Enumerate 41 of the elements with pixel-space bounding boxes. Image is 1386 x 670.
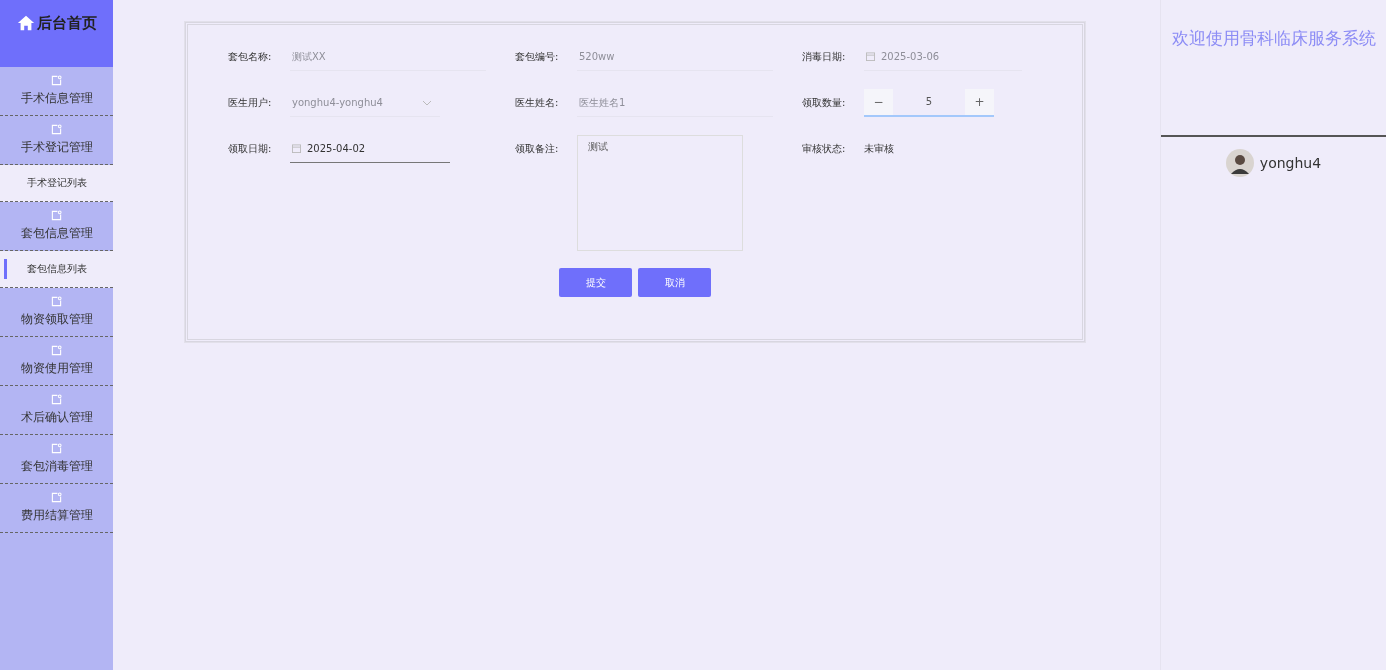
chevron-down-icon [422, 99, 432, 106]
edit-icon [51, 345, 62, 356]
date-field[interactable]: 2025-04-02 [290, 135, 450, 163]
field-label: 领取数量: [802, 96, 847, 110]
status-text: 未审核 [864, 142, 894, 156]
field-label: 消毒日期: [802, 50, 847, 64]
calendar-icon [292, 144, 301, 153]
welcome-title: 欢迎使用骨科临床服务系统 [1161, 0, 1386, 137]
edit-icon [51, 394, 62, 405]
menu-item[interactable]: 费用结算管理 [0, 484, 113, 533]
field-label: 医生姓名: [515, 96, 560, 110]
edit-icon [51, 443, 62, 454]
calendar-icon [866, 52, 875, 61]
edit-icon [51, 124, 62, 135]
menu-item[interactable]: 手术信息管理 [0, 67, 113, 116]
submenu-item[interactable]: 手术登记列表 [0, 165, 113, 202]
username: yonghu4 [1259, 155, 1322, 171]
remark-field[interactable]: 测试 [577, 135, 743, 251]
home-link[interactable]: 后台首页 [0, 0, 113, 67]
increment-button[interactable]: + [965, 89, 994, 115]
edit-icon [51, 492, 62, 503]
home-icon [16, 14, 35, 32]
menu-item[interactable]: 术后确认管理 [0, 386, 113, 435]
submenu-item[interactable]: 套包信息列表 [0, 251, 113, 288]
field-label: 领取日期: [228, 142, 273, 156]
cancel-button[interactable]: 取消 [638, 268, 711, 297]
edit-icon [51, 296, 62, 307]
field-label: 套包编号: [515, 50, 560, 64]
field-label: 套包名称: [228, 50, 273, 64]
avatar-icon [1225, 149, 1254, 177]
quantity-field[interactable]: 5 [893, 89, 965, 115]
field-label: 医生用户: [228, 96, 273, 110]
edit-icon [51, 210, 62, 221]
submit-button[interactable]: 提交 [559, 268, 632, 297]
field-label: 领取备注: [515, 142, 560, 156]
field-label: 审核状态: [802, 142, 847, 156]
menu-item[interactable]: 物资使用管理 [0, 337, 113, 386]
decrement-button[interactable]: − [864, 89, 893, 115]
menu-item[interactable]: 物资领取管理 [0, 288, 113, 337]
menu-item[interactable]: 套包消毒管理 [0, 435, 113, 484]
edit-icon [51, 75, 62, 86]
